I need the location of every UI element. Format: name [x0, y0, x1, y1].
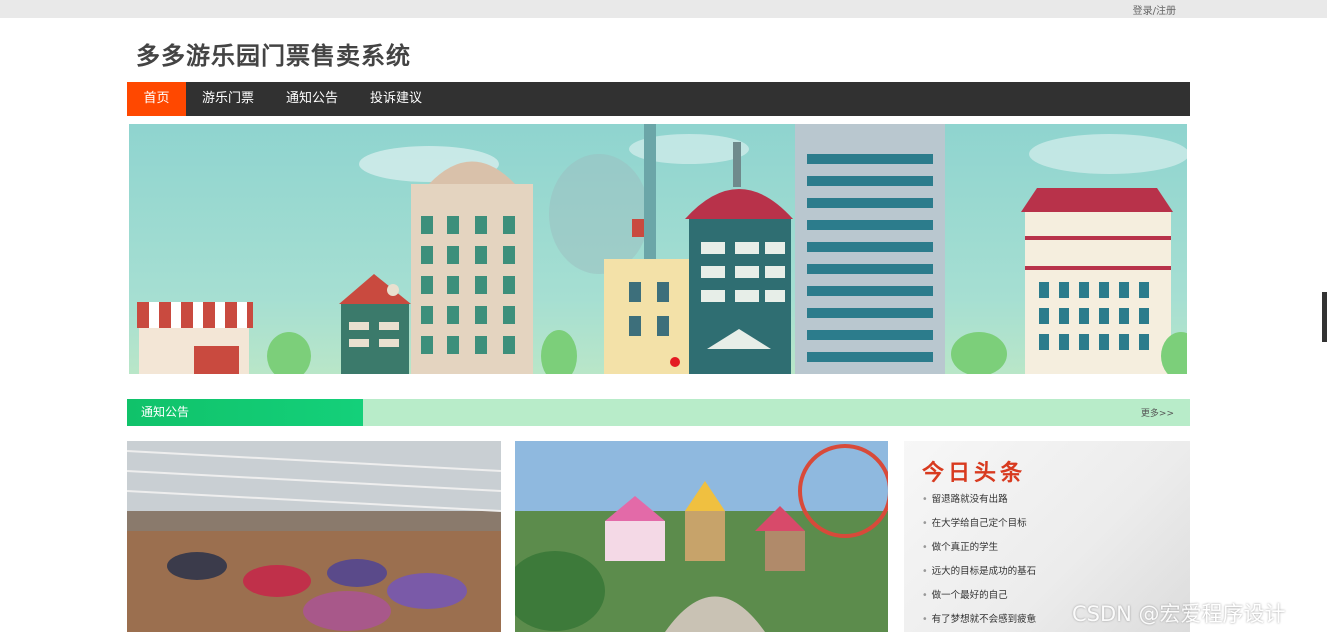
notice-section-header: 通知公告 更多>> [127, 399, 1190, 426]
nav-item-complaints[interactable]: 投诉建议 [354, 82, 438, 116]
headline-item[interactable]: 做一个最好的自己 [922, 589, 1036, 613]
top-bar: 登录/注册 [0, 0, 1327, 18]
headline-item[interactable]: 有了梦想就不会感到疲惫 [922, 613, 1037, 637]
hero-banner-image [129, 124, 1187, 374]
amusement-park-image[interactable] [515, 441, 888, 632]
notice-more-link[interactable]: 更多>> [1141, 406, 1174, 419]
nav-item-tickets[interactable]: 游乐门票 [186, 82, 270, 116]
headline-item[interactable]: 远大的目标是成功的基石 [922, 565, 1037, 589]
headline-item[interactable]: 留退路就没有出路 [922, 493, 1036, 517]
bumper-cars-image[interactable] [127, 441, 501, 632]
headlines-list: 留退路就没有出路 在大学给自己定个目标 做个真正的学生 远大的目标是成功的基石 … [922, 493, 1037, 637]
csdn-watermark: CSDN @宏爱程序设计 [1072, 602, 1286, 626]
main-nav: 首页 游乐门票 通知公告 投诉建议 [127, 82, 1190, 116]
site-title: 多多游乐园门票售卖系统 [136, 42, 411, 70]
login-register-link[interactable]: 登录/注册 [1133, 2, 1176, 17]
nav-item-home[interactable]: 首页 [127, 82, 186, 116]
scrollbar-thumb[interactable] [1322, 292, 1327, 342]
headlines-title: 今日头条 [922, 460, 1027, 486]
headline-item[interactable]: 在大学给自己定个目标 [922, 517, 1036, 541]
headline-item[interactable]: 做个真正的学生 [922, 541, 1036, 565]
nav-item-notices[interactable]: 通知公告 [270, 82, 354, 116]
notice-section-label: 通知公告 [127, 399, 363, 426]
